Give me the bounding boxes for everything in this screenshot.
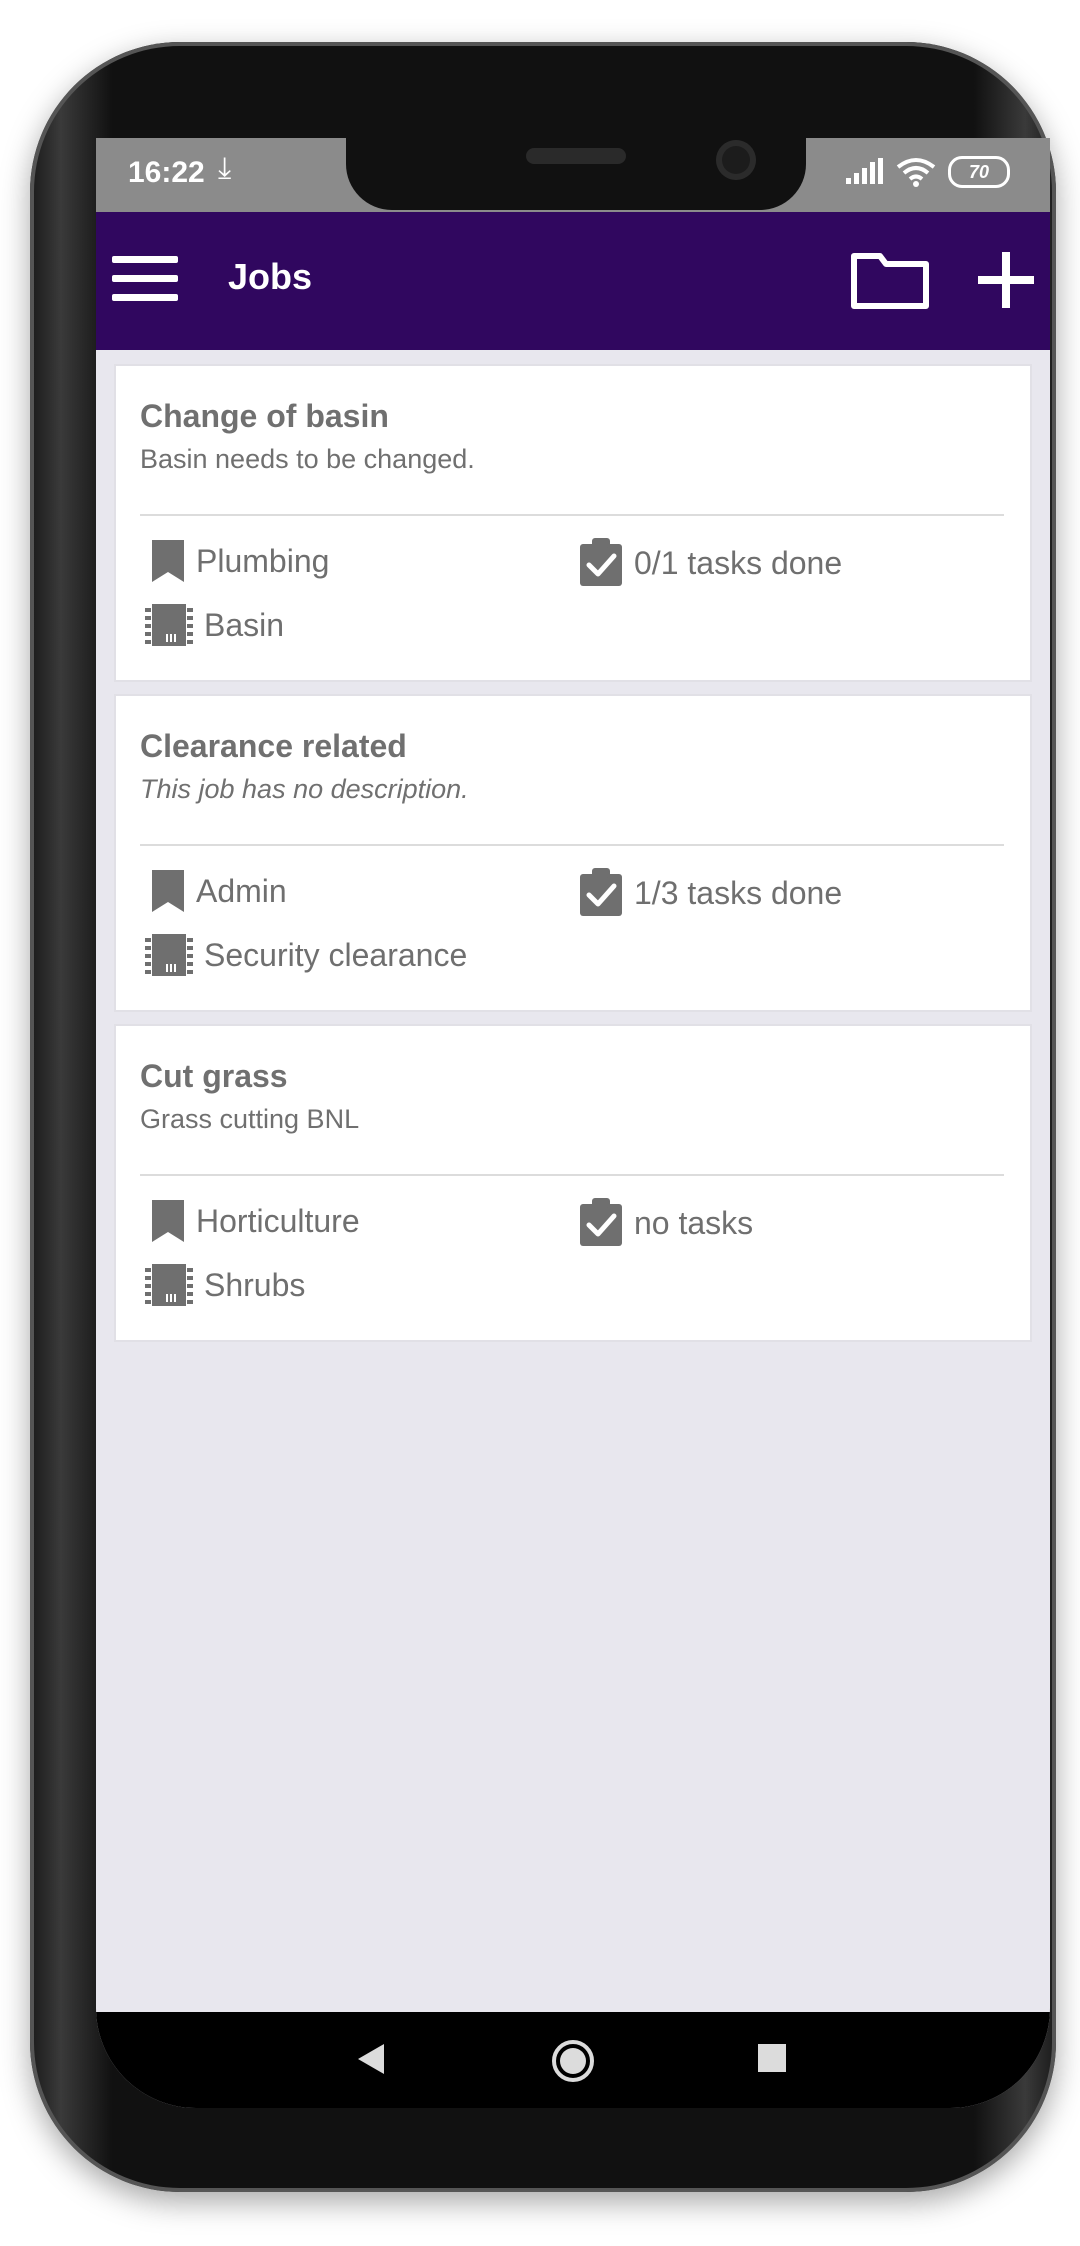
job-title: Change of basin — [140, 398, 389, 434]
asset-chip-icon — [145, 934, 193, 976]
screen: 16:22 ⤓ 70 Jobs Change of basin Basin ne… — [96, 138, 1050, 2108]
clipboard-check-icon — [580, 538, 622, 586]
page-title: Jobs — [228, 256, 313, 297]
tasks-label: 0/1 tasks done — [634, 544, 843, 581]
bookmark-icon — [152, 1200, 184, 1242]
speaker-grille — [526, 148, 626, 164]
job-category: Admin — [150, 868, 287, 914]
tasks-label: no tasks — [634, 1204, 754, 1241]
battery-icon: 70 — [948, 156, 1010, 188]
job-title: Clearance related — [140, 728, 407, 764]
system-nav-bar — [96, 2012, 1050, 2108]
asset-chip-icon — [145, 1264, 193, 1306]
status-bar: 16:22 ⤓ 70 — [96, 138, 1050, 212]
camera-notch — [346, 138, 806, 210]
category-label: Horticulture — [196, 1202, 360, 1239]
job-tasks: 1/3 tasks done — [578, 868, 842, 918]
asset-label: Basin — [204, 606, 285, 643]
bookmark-icon — [152, 540, 184, 582]
hamburger-menu-icon[interactable] — [112, 256, 178, 302]
job-category: Plumbing — [150, 538, 329, 584]
job-card[interactable]: Change of basin Basin needs to be change… — [116, 366, 1030, 680]
app-bar: Jobs — [96, 212, 1050, 350]
job-tasks: 0/1 tasks done — [578, 538, 842, 588]
job-tasks: no tasks — [578, 1198, 753, 1248]
job-asset: Basin — [144, 602, 284, 648]
divider — [140, 514, 1004, 516]
job-asset: Shrubs — [144, 1262, 305, 1308]
nav-recents-icon[interactable] — [758, 2044, 786, 2072]
download-icon: ⤓ — [218, 152, 232, 185]
job-card[interactable]: Clearance related This job has no descri… — [116, 696, 1030, 1010]
clipboard-check-icon — [580, 1198, 622, 1246]
add-job-icon[interactable] — [974, 248, 1038, 312]
asset-chip-icon — [145, 604, 193, 646]
tasks-label: 1/3 tasks done — [634, 874, 843, 911]
battery-level: 70 — [968, 161, 990, 182]
job-title: Cut grass — [140, 1058, 288, 1094]
asset-label: Shrubs — [204, 1266, 306, 1303]
category-label: Plumbing — [196, 542, 330, 579]
job-description: Basin needs to be changed. — [140, 444, 475, 474]
job-category: Horticulture — [150, 1198, 360, 1244]
status-time: 16:22 — [128, 156, 205, 189]
asset-label: Security clearance — [204, 936, 468, 973]
nav-back-icon[interactable] — [354, 2042, 388, 2076]
phone-frame: 16:22 ⤓ 70 Jobs Change of basin Basin ne… — [30, 42, 1056, 2192]
wifi-icon — [896, 158, 936, 187]
job-description: This job has no description. — [140, 774, 469, 804]
jobs-list: Change of basin Basin needs to be change… — [116, 366, 1030, 1356]
job-card[interactable]: Cut grass Grass cutting BNL Horticulture… — [116, 1026, 1030, 1340]
divider — [140, 1174, 1004, 1176]
job-description: Grass cutting BNL — [140, 1104, 360, 1134]
nav-home-icon[interactable] — [550, 2038, 596, 2084]
status-icons: 70 — [844, 156, 1010, 188]
clipboard-check-icon — [580, 868, 622, 916]
signal-icon — [846, 158, 883, 184]
category-label: Admin — [196, 872, 287, 909]
job-asset: Security clearance — [144, 932, 467, 978]
bookmark-icon — [152, 870, 184, 912]
front-camera — [716, 140, 756, 180]
divider — [140, 844, 1004, 846]
folder-icon[interactable] — [850, 248, 930, 312]
